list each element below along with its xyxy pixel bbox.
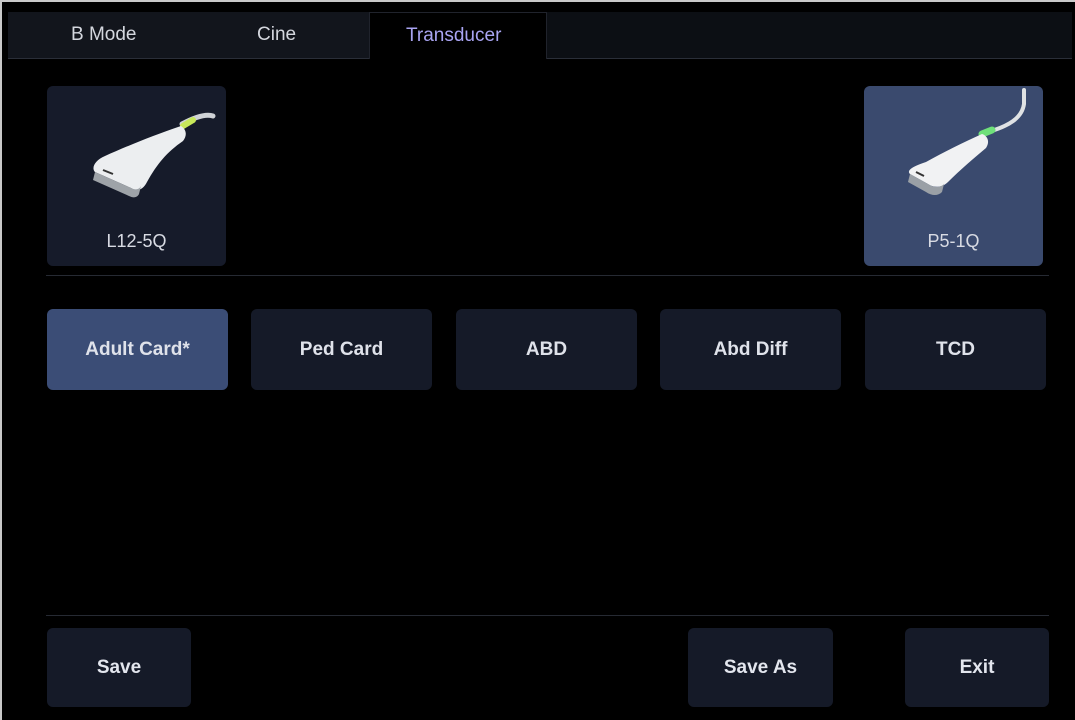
preset-tcd[interactable]: TCD [865, 309, 1046, 390]
preset-ped-card[interactable]: Ped Card [251, 309, 432, 390]
tab-cine[interactable]: Cine [193, 12, 369, 58]
exit-button[interactable]: Exit [905, 628, 1049, 707]
save-as-button[interactable]: Save As [688, 628, 833, 707]
tab-transducer[interactable]: Transducer [369, 12, 547, 59]
linear-probe-icon [93, 112, 216, 198]
preset-abd[interactable]: ABD [456, 309, 637, 390]
save-button[interactable]: Save [47, 628, 191, 707]
transducer-label: L12-5Q [106, 231, 167, 251]
transducer-card-l12-5q[interactable]: L12-5Q [47, 86, 226, 266]
preset-abd-diff[interactable]: Abd Diff [660, 309, 841, 390]
divider-bottom [46, 615, 1049, 616]
tab-b-mode[interactable]: B Mode [8, 12, 193, 58]
transducer-card-p5-1q[interactable]: P5-1Q [864, 86, 1043, 266]
phased-probe-icon [908, 88, 1026, 195]
divider-top [46, 275, 1049, 276]
preset-adult-card[interactable]: Adult Card* [47, 309, 228, 390]
transducer-label: P5-1Q [927, 231, 980, 251]
